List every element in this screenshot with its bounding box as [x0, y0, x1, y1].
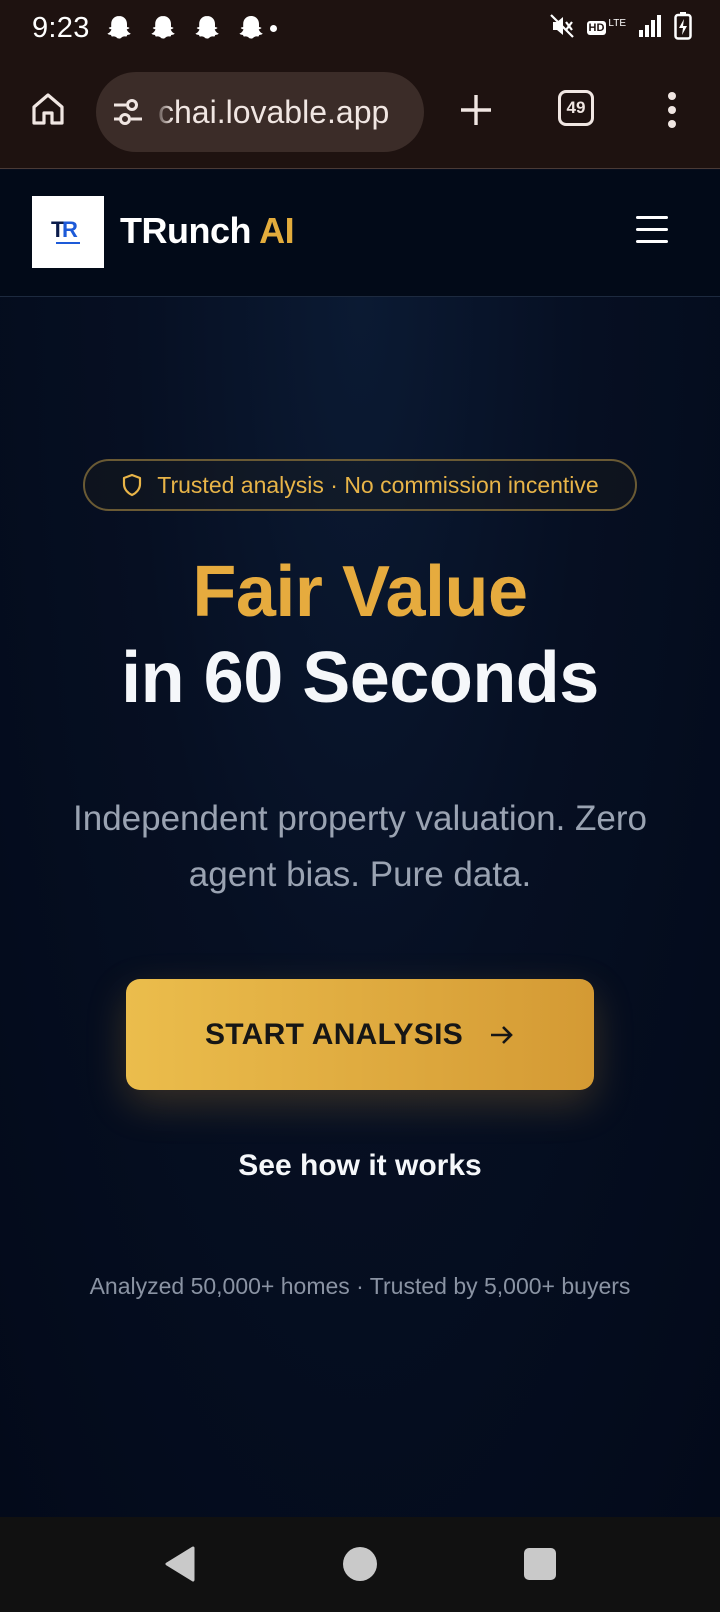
brand-name-main: TRunch	[120, 210, 251, 251]
social-proof-stats: Analyzed 50,000+ homes · Trusted by 5,00…	[89, 1273, 631, 1299]
hero-section: Trusted analysis · No commission incenti…	[0, 297, 720, 1517]
snapchat-icon	[192, 13, 222, 43]
snapchat-icon	[104, 13, 134, 43]
start-analysis-label: START ANALYSIS	[204, 1017, 464, 1051]
arrow-right-icon	[489, 1023, 515, 1047]
url-text[interactable]: chai.lovable.app	[158, 72, 416, 152]
home-icon[interactable]	[28, 89, 68, 129]
logo-mark-icon: T R	[51, 217, 80, 244]
lte-label: LTE	[608, 17, 626, 29]
headline-line-2: in 60 Seconds	[121, 638, 599, 718]
shield-icon	[121, 473, 143, 497]
more-options-icon[interactable]	[660, 88, 684, 132]
trust-badge: Trusted analysis · No commission incenti…	[83, 459, 637, 511]
trust-badge-text: Trusted analysis · No commission incenti…	[157, 471, 599, 498]
recent-apps-icon[interactable]	[524, 1548, 556, 1580]
new-tab-icon[interactable]	[456, 90, 496, 130]
system-nav-bar	[0, 1517, 720, 1612]
brand-logo[interactable]: T R	[32, 196, 104, 268]
site-settings-icon[interactable]	[112, 98, 144, 126]
start-analysis-button[interactable]: START ANALYSIS	[126, 979, 594, 1090]
home-circle-icon[interactable]	[343, 1547, 377, 1581]
see-how-it-works-link[interactable]: See how it works	[0, 1149, 720, 1183]
headline-line-1: Fair Value	[192, 552, 528, 632]
brand-name-suffix: AI	[259, 210, 295, 251]
hd-label: HD	[586, 21, 607, 35]
snapchat-icon	[148, 13, 178, 43]
hamburger-menu-icon[interactable]	[636, 216, 668, 244]
battery-charging-icon	[674, 11, 692, 45]
address-bar[interactable]: chai.lovable.app	[96, 72, 424, 152]
network-badge: HD LTE	[586, 17, 626, 35]
status-time: 9:23	[32, 11, 90, 44]
more-notifications-dot	[269, 24, 277, 32]
url-fade	[154, 72, 172, 152]
tab-switcher-button[interactable]: 49	[558, 90, 594, 126]
signal-icon	[638, 14, 662, 43]
svg-text:R: R	[62, 217, 78, 242]
mute-icon	[549, 13, 575, 44]
snapchat-icon	[236, 13, 266, 43]
status-left: 9:23	[32, 12, 277, 45]
brand-name[interactable]: TRunch AI	[120, 210, 295, 252]
back-icon[interactable]	[163, 1545, 197, 1583]
site-header: T R TRunch AI	[0, 170, 720, 297]
status-bar: 9:23 HD LTE	[0, 0, 720, 56]
status-right: HD LTE	[549, 11, 693, 45]
hero-subtitle: Independent property valuation. Zero age…	[73, 799, 647, 894]
browser-toolbar: chai.lovable.app 49	[0, 56, 720, 169]
